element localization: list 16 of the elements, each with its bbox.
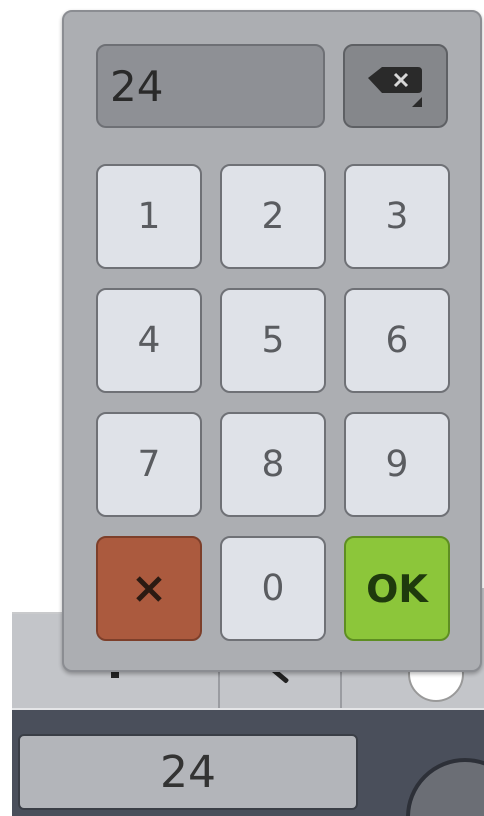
ok-button[interactable]: OK: [344, 536, 450, 641]
digit-key[interactable]: 7: [96, 412, 202, 517]
close-icon: [135, 574, 163, 602]
digit-key[interactable]: 6: [344, 288, 450, 393]
digit-key[interactable]: 3: [344, 164, 450, 269]
number-display[interactable]: 24: [96, 44, 325, 128]
digit-key[interactable]: 2: [220, 164, 326, 269]
value-field[interactable]: 24: [18, 734, 358, 810]
digit-key[interactable]: 5: [220, 288, 326, 393]
cancel-button[interactable]: [96, 536, 202, 641]
digit-key[interactable]: 9: [344, 412, 450, 517]
backspace-button[interactable]: [342, 44, 448, 128]
digit-key[interactable]: 8: [220, 412, 326, 517]
digit-key[interactable]: 4: [96, 288, 202, 393]
digit-key[interactable]: 1: [96, 164, 202, 269]
digit-key[interactable]: 0: [220, 536, 326, 641]
